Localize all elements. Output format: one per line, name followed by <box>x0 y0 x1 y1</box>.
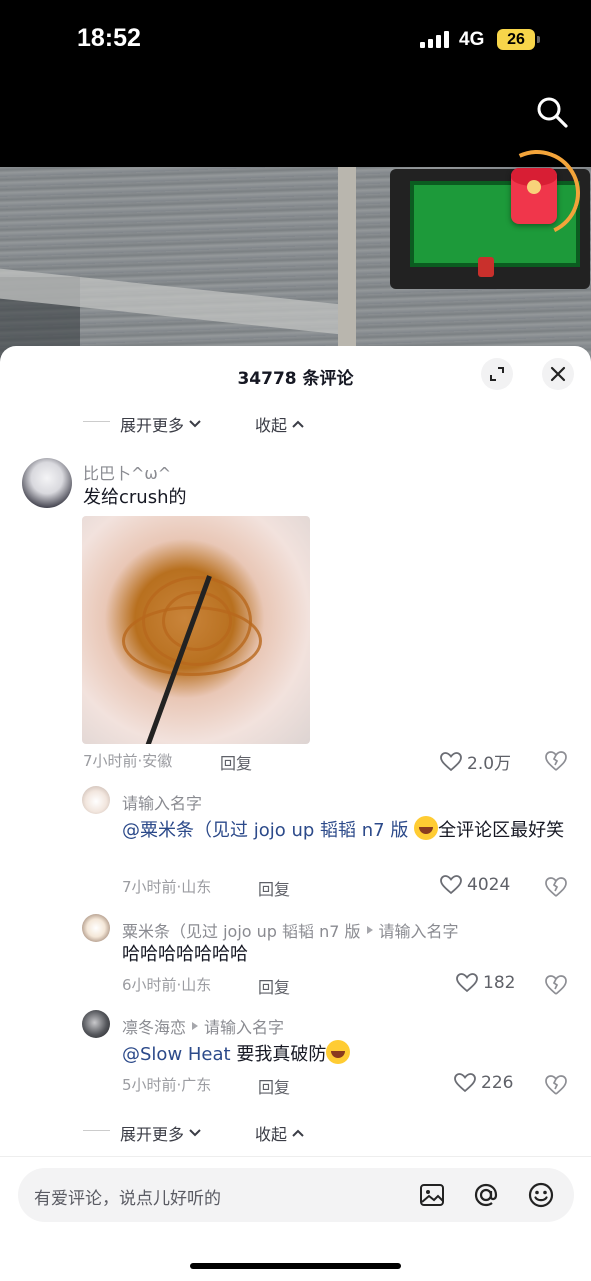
broken-heart-icon[interactable] <box>544 875 568 899</box>
triangle-right-icon <box>192 1022 199 1030</box>
status-bar: 18:52 4G 26 <box>0 0 591 80</box>
chevron-down-icon <box>189 1129 201 1137</box>
at-icon[interactable] <box>472 1181 500 1209</box>
reply-text: @Slow Heat 要我真破防 <box>122 1040 351 1069</box>
reply-text: 哈哈哈哈哈哈哈 <box>122 944 248 965</box>
divider <box>0 1156 591 1157</box>
collapse-button[interactable]: 收起 <box>255 412 305 436</box>
broken-heart-icon[interactable] <box>544 1073 568 1097</box>
laugh-cry-emoji-icon <box>326 1040 351 1064</box>
heart-icon <box>456 973 478 993</box>
network-type: 4G <box>459 29 485 50</box>
reply-text: @粟米条（见过 jojo up 韬韬 n7 版 全评论区最好笑 <box>122 816 574 845</box>
reply-author: 凛冬海恋 <box>122 1018 187 1037</box>
video-black-area <box>0 80 591 167</box>
signal-icon <box>420 31 449 48</box>
like-count: 182 <box>483 973 516 993</box>
search-icon[interactable] <box>534 94 570 130</box>
avatar[interactable] <box>82 914 110 942</box>
comment-input-placeholder: 有爱评论，说点儿好听的 <box>34 1189 221 1209</box>
chevron-up-icon <box>292 1129 304 1137</box>
comment-input[interactable]: 有爱评论，说点儿好听的 <box>18 1168 574 1222</box>
coin <box>527 180 541 194</box>
like-button[interactable]: 226 <box>454 1073 513 1093</box>
like-count: 2.0万 <box>467 754 512 774</box>
mention-link[interactable]: @粟米条（见过 jojo up 韬韬 n7 版 <box>122 820 408 841</box>
comment-time-location: 7小时前·安徽 <box>83 752 173 770</box>
broken-heart-icon[interactable] <box>544 973 568 997</box>
reply-time-location: 5小时前·广东 <box>122 1076 212 1094</box>
close-icon <box>550 366 566 382</box>
line <box>83 1130 110 1131</box>
like-count: 4024 <box>467 875 511 895</box>
red-packet-icon[interactable] <box>511 168 557 224</box>
heart-icon <box>454 1073 476 1093</box>
expand-row-bottom: 展开更多 收起 <box>0 1119 591 1145</box>
expand-row-top: 展开更多 收起 <box>0 410 591 436</box>
home-indicator[interactable] <box>190 1263 401 1269</box>
collapse-label: 收起 <box>255 1125 288 1144</box>
battery-icon: 26 <box>497 29 535 50</box>
collapse-label: 收起 <box>255 416 288 435</box>
emoji-icon[interactable] <box>527 1181 555 1209</box>
expand-icon <box>490 367 504 381</box>
expand-more-label: 展开更多 <box>120 416 185 435</box>
reply-username[interactable]: 凛冬海恋 请输入名字 <box>122 1014 284 1038</box>
expand-more-label: 展开更多 <box>120 1125 185 1144</box>
avatar[interactable] <box>82 1010 110 1038</box>
video-player[interactable] <box>0 80 591 370</box>
reply-target: 请输入名字 <box>378 922 459 941</box>
comment-text: 发给crush的 <box>83 487 187 508</box>
reply-text-body: 要我真破防 <box>230 1044 327 1065</box>
expand-more-button[interactable]: 展开更多 <box>120 412 202 436</box>
reply-time-location: 7小时前·山东 <box>122 878 212 896</box>
laugh-cry-emoji-icon <box>414 816 439 840</box>
expand-more-button[interactable]: 展开更多 <box>120 1121 202 1145</box>
expand-panel-button[interactable] <box>481 358 513 390</box>
line <box>83 421 110 422</box>
reply-author: 粟米条（见过 jojo up 韬韬 n7 版 <box>122 922 361 941</box>
image-icon[interactable] <box>418 1181 446 1209</box>
reply-time-location: 6小时前·山东 <box>122 976 212 994</box>
battery-tip <box>537 36 540 43</box>
comment-panel: 34778 条评论 展开更多 收起 比巴卜^ω^ 发给crush的 7小时前·安… <box>0 346 591 1281</box>
reply-target: 请输入名字 <box>204 1018 285 1037</box>
shelf-pillar <box>338 167 356 370</box>
reply-button[interactable]: 回复 <box>258 1074 290 1098</box>
comment-username[interactable]: 比巴卜^ω^ <box>83 460 171 484</box>
status-time: 18:52 <box>77 24 141 52</box>
cup <box>478 257 494 277</box>
reply-button[interactable]: 回复 <box>220 750 252 774</box>
triangle-right-icon <box>366 926 373 934</box>
reply-username[interactable]: 请输入名字 <box>122 790 202 814</box>
heart-icon <box>440 875 462 895</box>
reply-button[interactable]: 回复 <box>258 974 290 998</box>
reply-text-body: 全评论区最好笑 <box>438 820 565 841</box>
avatar[interactable] <box>22 458 72 508</box>
mention-link[interactable]: @Slow Heat <box>122 1044 231 1065</box>
reply-button[interactable]: 回复 <box>258 876 290 900</box>
broken-heart-icon[interactable] <box>544 749 568 773</box>
collapse-button[interactable]: 收起 <box>255 1121 305 1145</box>
close-button[interactable] <box>542 358 574 390</box>
comment-image[interactable] <box>82 516 310 744</box>
chevron-down-icon <box>189 420 201 428</box>
like-button[interactable]: 182 <box>456 973 515 993</box>
chevron-up-icon <box>292 420 304 428</box>
like-button[interactable]: 2.0万 <box>440 749 511 774</box>
reply-username[interactable]: 粟米条（见过 jojo up 韬韬 n7 版 请输入名字 <box>122 918 459 942</box>
heart-icon <box>440 751 462 771</box>
like-count: 226 <box>481 1073 514 1093</box>
avatar[interactable] <box>82 786 110 814</box>
like-button[interactable]: 4024 <box>440 875 510 895</box>
